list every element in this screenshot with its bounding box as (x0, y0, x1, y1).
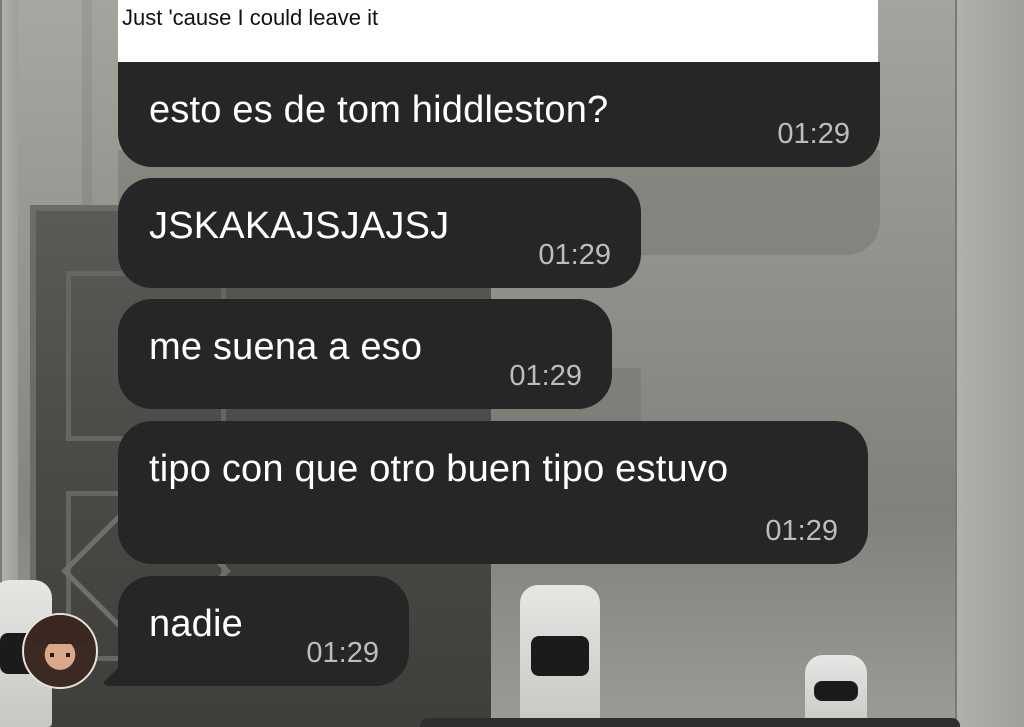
message-text: esto es de tom hiddleston? (149, 89, 609, 131)
message-text: me suena a eso (149, 326, 423, 368)
background-figure (520, 585, 600, 727)
message-bubble[interactable]: tipo con que otro buen tipo estuvo 01:29 (118, 421, 868, 564)
background-figure (805, 655, 867, 727)
message-timestamp: 01:29 (306, 637, 379, 669)
message-timestamp: 01:29 (777, 118, 850, 150)
quoted-reply[interactable]: Just 'cause I could leave it (118, 0, 878, 62)
message-bubble[interactable]: nadie 01:29 (118, 576, 409, 686)
message-text: JSKAKAJSJAJSJ (149, 205, 450, 247)
user-avatar-photo-icon[interactable] (22, 613, 98, 689)
message-bubble[interactable]: me suena a eso 01:29 (118, 299, 612, 409)
next-message-edge (420, 718, 960, 727)
message-timestamp: 01:29 (765, 515, 838, 547)
message-timestamp: 01:29 (538, 239, 611, 271)
wall-column (955, 0, 1024, 727)
message-bubble[interactable]: esto es de tom hiddleston? 01:29 (118, 62, 880, 167)
message-bubble[interactable]: JSKAKAJSJAJSJ 01:29 (118, 178, 641, 288)
message-text: tipo con que otro buen tipo estuvo (149, 448, 729, 490)
message-timestamp: 01:29 (509, 360, 582, 392)
quoted-reply-text: Just 'cause I could leave it (122, 5, 379, 30)
message-text: nadie (149, 603, 243, 645)
